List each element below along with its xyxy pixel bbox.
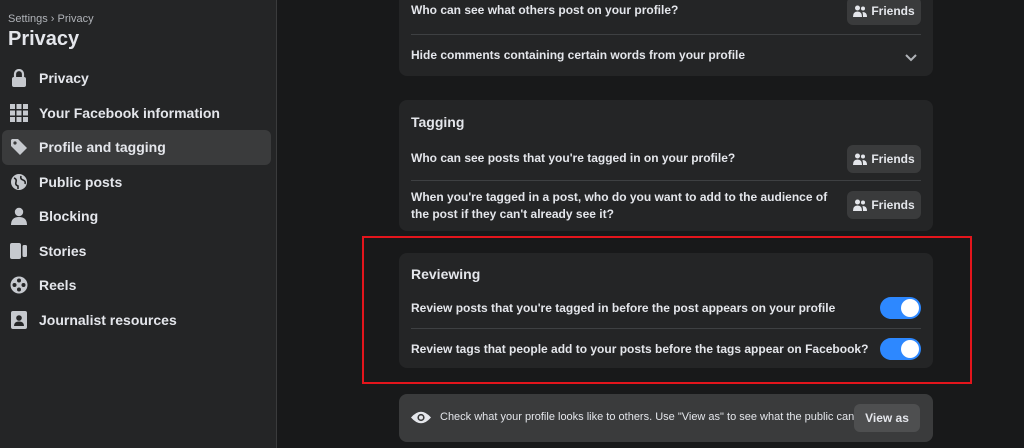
- sidebar-item-stories[interactable]: Stories: [2, 234, 271, 269]
- friends-icon: [853, 153, 868, 165]
- audience-value: Friends: [871, 198, 915, 212]
- journalist-icon: [9, 310, 29, 330]
- sidebar-item-label: Profile and tagging: [39, 139, 166, 156]
- sidebar-item-facebook-information[interactable]: Your Facebook information: [2, 96, 271, 131]
- tagged-posts-audience-button[interactable]: Friends: [847, 145, 921, 173]
- person-icon: [9, 206, 29, 226]
- sidebar-item-blocking[interactable]: Blocking: [2, 199, 271, 234]
- sidebar-item-reels[interactable]: Reels: [2, 268, 271, 303]
- reviewing-card: Reviewing Review posts that you're tagge…: [399, 253, 933, 368]
- tag-icon: [9, 137, 29, 157]
- sidebar-nav: Privacy Your Facebook information Profil…: [0, 61, 277, 337]
- friends-icon: [853, 199, 868, 211]
- divider: [411, 328, 921, 329]
- breadcrumb[interactable]: Settings › Privacy: [8, 13, 94, 25]
- reviewing-title: Reviewing: [411, 266, 481, 282]
- divider: [411, 180, 921, 181]
- sidebar-item-journalist-resources[interactable]: Journalist resources: [2, 303, 271, 338]
- page-title: Privacy: [8, 28, 80, 50]
- review-posts-toggle[interactable]: [880, 297, 921, 319]
- profile-settings-card: Who can see what others post on your pro…: [399, 0, 933, 76]
- tagging-title: Tagging: [411, 114, 465, 130]
- tag-audience-button[interactable]: Friends: [847, 191, 921, 219]
- toggle-knob: [901, 299, 919, 317]
- sidebar-item-label: Blocking: [39, 208, 99, 225]
- sidebar-item-profile-and-tagging[interactable]: Profile and tagging: [2, 130, 271, 165]
- review-tags-toggle[interactable]: [880, 338, 921, 360]
- sidebar-item-label: Journalist resources: [39, 311, 177, 328]
- sidebar-item-label: Stories: [39, 242, 87, 259]
- lock-icon: [9, 68, 29, 88]
- review-posts-label: Review posts that you're tagged in befor…: [411, 301, 836, 315]
- settings-sidebar: Settings › Privacy Privacy Privacy Your …: [0, 0, 277, 448]
- view-as-card: Check what your profile looks like to ot…: [399, 394, 933, 442]
- sidebar-item-label: Public posts: [39, 173, 123, 190]
- stories-icon: [9, 241, 29, 261]
- tagging-card: Tagging Who can see posts that you're ta…: [399, 100, 933, 231]
- sidebar-item-label: Privacy: [39, 70, 89, 87]
- toggle-knob: [901, 340, 919, 358]
- sidebar-item-public-posts[interactable]: Public posts: [2, 165, 271, 200]
- grid-icon: [9, 103, 29, 123]
- view-as-text: Check what your profile looks like to ot…: [440, 411, 879, 423]
- review-tags-label: Review tags that people add to your post…: [411, 342, 869, 356]
- view-as-button[interactable]: View as: [854, 404, 920, 432]
- chevron-down-icon[interactable]: [905, 49, 917, 67]
- divider: [411, 34, 921, 35]
- sidebar-item-privacy[interactable]: Privacy: [2, 61, 271, 96]
- sidebar-item-label: Your Facebook information: [39, 104, 220, 121]
- eye-icon: [411, 411, 431, 429]
- globe-icon: [9, 172, 29, 192]
- others-post-label: Who can see what others post on your pro…: [411, 3, 679, 17]
- audience-value: Friends: [871, 4, 915, 18]
- audience-value: Friends: [871, 152, 915, 166]
- sidebar-item-label: Reels: [39, 277, 77, 294]
- tag-audience-label: When you're tagged in a post, who do you…: [411, 190, 828, 221]
- hide-comments-label[interactable]: Hide comments containing certain words f…: [411, 47, 745, 64]
- tagged-posts-label: Who can see posts that you're tagged in …: [411, 151, 736, 165]
- friends-icon: [853, 5, 868, 17]
- reels-icon: [9, 275, 29, 295]
- others-post-audience-button[interactable]: Friends: [847, 0, 921, 25]
